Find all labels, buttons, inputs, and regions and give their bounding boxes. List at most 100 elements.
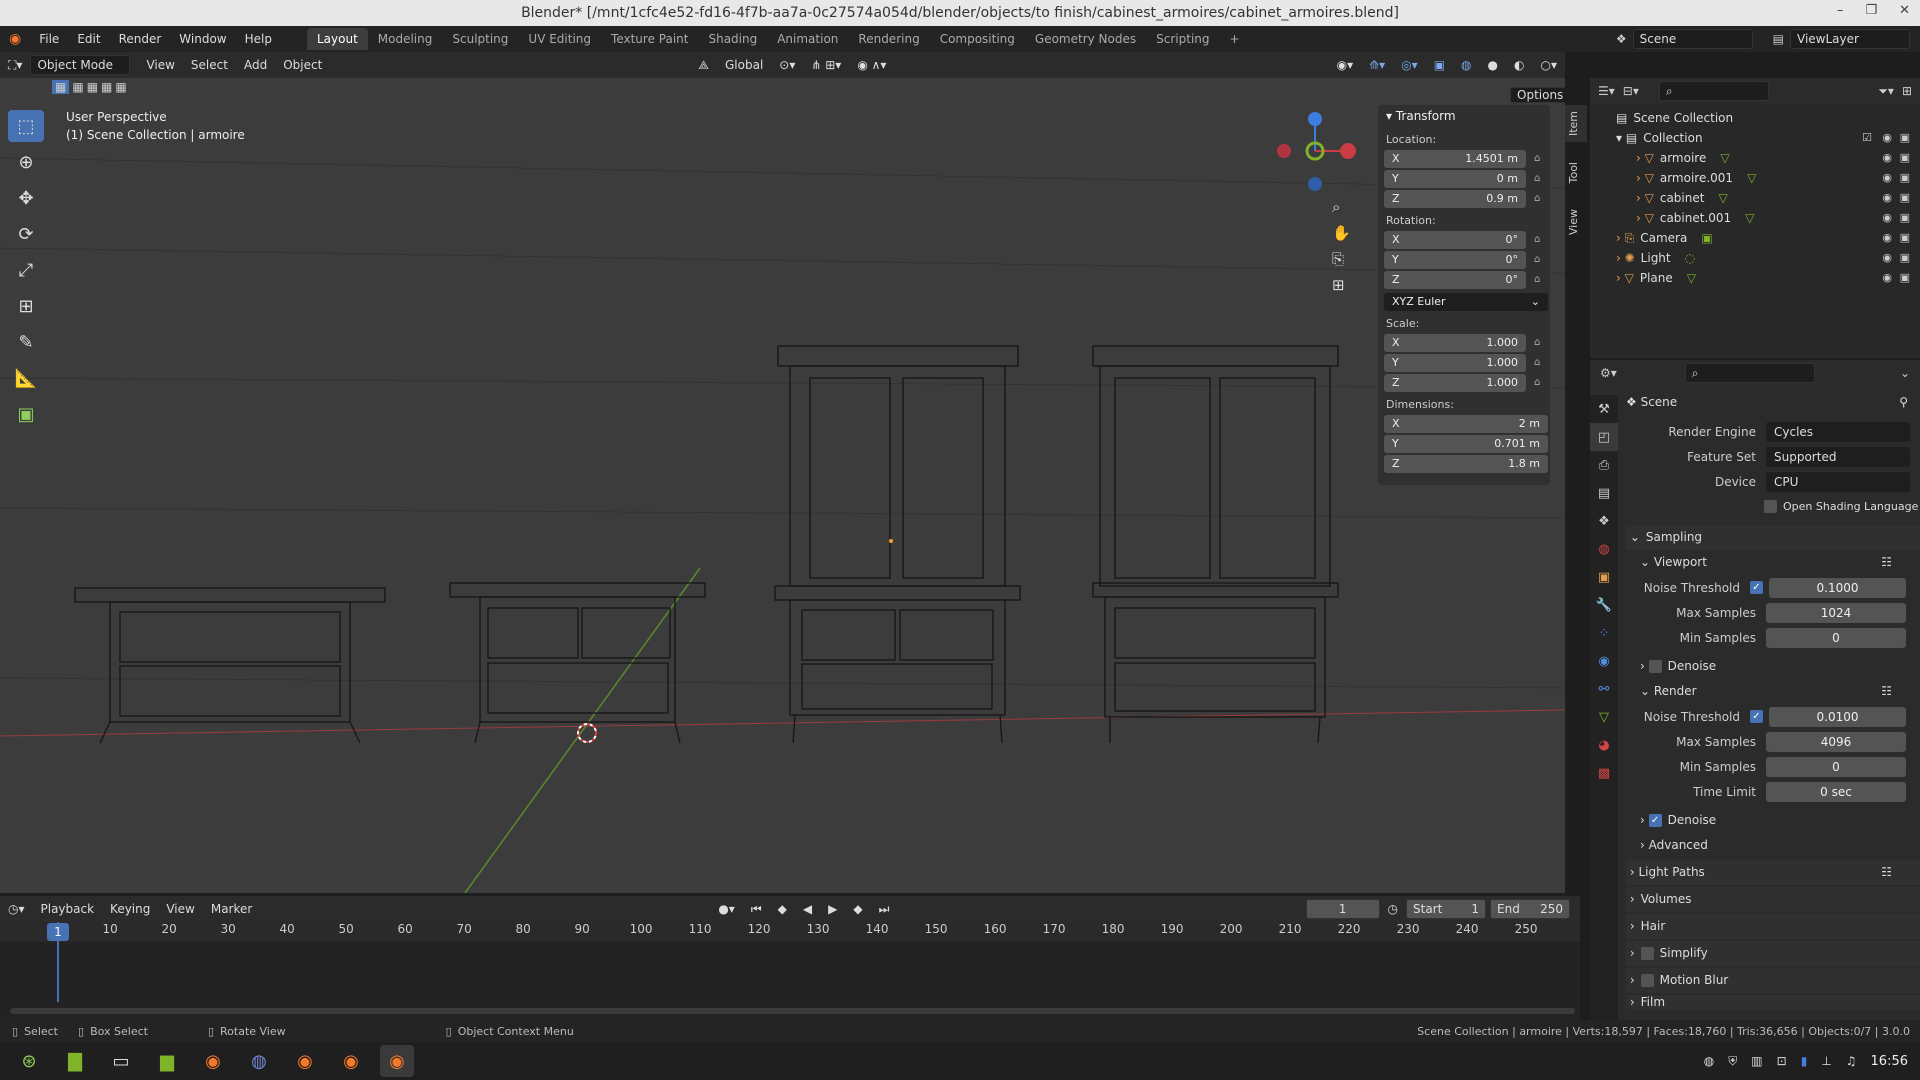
- lock-icon[interactable]: ⌂: [1534, 254, 1548, 265]
- motion-blur-checkbox[interactable]: [1640, 974, 1654, 987]
- lock-icon[interactable]: ⌂: [1534, 377, 1548, 388]
- view-layer-tab-icon[interactable]: ▤: [1590, 479, 1618, 507]
- visibility-icon[interactable]: ◉▾: [1329, 58, 1362, 72]
- select-mode-intersect-icon[interactable]: ▦: [115, 80, 126, 94]
- menu-add[interactable]: Add: [236, 58, 275, 72]
- minimize-icon[interactable]: –: [1837, 3, 1844, 18]
- location-y-field[interactable]: Y0 m: [1384, 169, 1526, 188]
- location-x-field[interactable]: X 1.4501 m: [1384, 149, 1526, 168]
- scale-tool[interactable]: ⤢: [8, 254, 44, 286]
- simplify-section[interactable]: › Simplify: [1626, 941, 1920, 966]
- play-reverse-icon[interactable]: ◀: [795, 902, 820, 916]
- menu-render[interactable]: Render: [110, 26, 171, 52]
- lock-icon[interactable]: ⌂: [1534, 337, 1548, 348]
- list-icon[interactable]: ☷: [1881, 860, 1892, 885]
- sidebar-tab-tool[interactable]: Tool: [1565, 156, 1587, 189]
- tab-texture-paint[interactable]: Texture Paint: [601, 28, 698, 50]
- mode-selector[interactable]: Object Mode: [30, 55, 131, 75]
- select-box-tool[interactable]: ⬚: [8, 110, 44, 142]
- outliner-item-light[interactable]: › ✺ Light ◌ ◉ ▣: [1590, 248, 1920, 268]
- rotate-tool[interactable]: ⟳: [8, 218, 44, 250]
- annotate-tool[interactable]: ✎: [8, 326, 44, 358]
- select-mode-subtract-icon[interactable]: ▦: [87, 80, 98, 94]
- ortho-grid-icon[interactable]: ⊞: [1332, 276, 1351, 294]
- files-icon[interactable]: ▇: [58, 1045, 92, 1077]
- physics-tab-icon[interactable]: ◉: [1590, 647, 1618, 675]
- properties-search-input[interactable]: ⌕: [1684, 363, 1815, 383]
- snap-icon[interactable]: ⋔ ⊞▾: [803, 58, 849, 72]
- orientation-selector[interactable]: Global: [717, 58, 771, 72]
- feature-set-dropdown[interactable]: Supported: [1766, 446, 1910, 467]
- sidebar-tab-item[interactable]: Item: [1565, 105, 1587, 143]
- sampling-section[interactable]: ⌄ Sampling: [1626, 525, 1920, 550]
- camera-view-icon[interactable]: ⎘: [1332, 250, 1351, 268]
- volumes-section[interactable]: › Volumes: [1626, 887, 1920, 912]
- dimension-x-field[interactable]: X2 m: [1384, 414, 1548, 433]
- move-tool[interactable]: ✥: [8, 182, 44, 214]
- clock-icon[interactable]: ◷: [1380, 902, 1406, 916]
- menu-file[interactable]: File: [30, 26, 68, 52]
- start-frame-field[interactable]: Start 1: [1406, 899, 1486, 919]
- viewport-subsection[interactable]: ⌄ Viewport ☷: [1626, 550, 1920, 575]
- playhead-frame[interactable]: 1: [47, 923, 69, 941]
- cursor-tool[interactable]: ⊕: [8, 146, 44, 178]
- lock-icon[interactable]: ⌂: [1534, 274, 1548, 285]
- blender-app-icon[interactable]: ◉: [288, 1045, 322, 1077]
- close-icon[interactable]: ✕: [1899, 3, 1910, 18]
- add-workspace-button[interactable]: +: [1220, 28, 1250, 50]
- properties-editor-icon[interactable]: ⚙▾: [1600, 366, 1617, 380]
- vp-max-samples-field[interactable]: 1024: [1766, 602, 1906, 623]
- film-section[interactable]: › Film: [1626, 995, 1920, 1009]
- navigation-gizmo[interactable]: [1277, 112, 1356, 191]
- jump-end-icon[interactable]: ⏭: [871, 902, 898, 917]
- sidebar-tab-view[interactable]: View: [1565, 203, 1587, 241]
- particles-tab-icon[interactable]: ⁘: [1590, 619, 1618, 647]
- measure-tool[interactable]: 📐: [8, 362, 44, 394]
- render-subsection[interactable]: ⌄ Render ☷: [1626, 679, 1920, 704]
- dimension-y-field[interactable]: Y 0.701 m: [1384, 434, 1548, 453]
- shading-material-icon[interactable]: ◐: [1506, 58, 1532, 72]
- scene-selector[interactable]: Scene: [1632, 29, 1753, 49]
- keyboard-layout-icon[interactable]: ▮: [1801, 1054, 1808, 1068]
- r-min-samples-field[interactable]: 0: [1766, 756, 1906, 777]
- render-tab-icon[interactable]: ◰: [1590, 423, 1618, 451]
- tab-scripting[interactable]: Scripting: [1146, 28, 1219, 50]
- tab-compositing[interactable]: Compositing: [930, 28, 1025, 50]
- maximize-icon[interactable]: ❐: [1865, 3, 1877, 18]
- timeline-scrollbar[interactable]: [10, 1008, 1575, 1014]
- outliner-search-input[interactable]: ⌕: [1658, 81, 1769, 101]
- firefox-icon[interactable]: ◉: [196, 1045, 230, 1077]
- outliner-item-plane[interactable]: › ▽ Plane ▽ ◉ ▣: [1590, 268, 1920, 288]
- outliner-item-camera[interactable]: › ⎘ Camera ▣ ◉ ▣: [1590, 228, 1920, 248]
- select-mode-extend-icon[interactable]: ▦: [72, 80, 83, 94]
- tab-modeling[interactable]: Modeling: [368, 28, 443, 50]
- discord-tray-icon[interactable]: ◍: [1704, 1054, 1714, 1068]
- filter-icon[interactable]: ⏷▾: [1878, 84, 1894, 99]
- r-noise-threshold-field[interactable]: 0.0100: [1769, 706, 1906, 727]
- tab-animation[interactable]: Animation: [767, 28, 848, 50]
- vp-noise-checkbox[interactable]: ✓: [1750, 581, 1763, 594]
- outliner-editor-icon[interactable]: ☰▾: [1598, 84, 1615, 98]
- prev-key-icon[interactable]: ◆: [770, 902, 795, 916]
- discord-icon[interactable]: ◍: [242, 1045, 276, 1077]
- tab-layout[interactable]: Layout: [306, 28, 368, 50]
- modifier-tab-icon[interactable]: 🔧: [1590, 591, 1618, 619]
- output-tab-icon[interactable]: ⎙: [1590, 451, 1618, 479]
- data-tab-icon[interactable]: ▽: [1590, 703, 1618, 731]
- material-tab-icon[interactable]: ◕: [1590, 731, 1618, 759]
- overlay-icon[interactable]: ◎▾: [1393, 58, 1426, 72]
- vp-min-samples-field[interactable]: 0: [1766, 627, 1906, 648]
- proportional-icon[interactable]: ◉ ∧▾: [849, 58, 894, 72]
- tab-sculpting[interactable]: Sculpting: [442, 28, 518, 50]
- chevron-down-icon[interactable]: ⌄: [1900, 366, 1910, 380]
- zoom-icon[interactable]: ⌕: [1332, 198, 1351, 216]
- advanced-subsection[interactable]: › Advanced: [1626, 833, 1920, 858]
- menu-view[interactable]: View: [138, 58, 182, 72]
- next-key-icon[interactable]: ◆: [845, 902, 870, 916]
- location-z-field[interactable]: Z 0.9 m: [1384, 189, 1526, 208]
- lock-icon[interactable]: ⌂: [1534, 153, 1548, 164]
- rotation-z-field[interactable]: Z 0°: [1384, 270, 1526, 289]
- simplify-checkbox[interactable]: [1640, 947, 1654, 960]
- blender-app-icon-3[interactable]: ◉: [380, 1045, 414, 1077]
- list-icon[interactable]: ☷: [1881, 679, 1892, 704]
